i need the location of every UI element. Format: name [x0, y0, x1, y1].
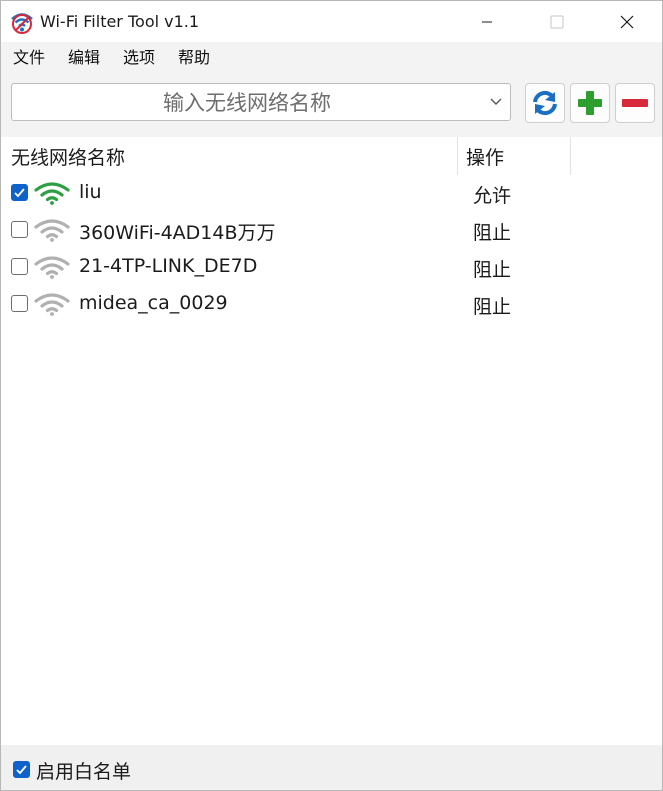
wifi-signal-icon	[34, 182, 70, 205]
row-checkbox[interactable]	[11, 221, 28, 238]
menu-file[interactable]: 文件	[1, 44, 56, 68]
checkmark-icon	[14, 188, 25, 198]
list-item[interactable]: 360WiFi-4AD14B万万 阻止	[1, 212, 662, 249]
minus-icon	[622, 99, 648, 107]
column-divider[interactable]	[570, 137, 571, 175]
whitelist-checkbox[interactable]	[13, 761, 30, 778]
add-button[interactable]	[570, 83, 610, 123]
wifi-filter-app-icon	[11, 13, 33, 34]
ssid-text: 360WiFi-4AD14B万万	[79, 222, 276, 244]
action-text[interactable]: 阻止	[473, 255, 511, 282]
menu-bar: 文件 编辑 选项 帮助	[1, 42, 662, 69]
menu-edit[interactable]: 编辑	[56, 44, 111, 68]
ssid-text: midea_ca_0029	[79, 292, 228, 314]
wifi-signal-icon	[34, 219, 70, 242]
plus-icon	[578, 91, 602, 115]
ssid-placeholder: 输入无线网络名称	[163, 91, 331, 115]
minimize-button[interactable]	[452, 1, 522, 42]
window-title: Wi-Fi Filter Tool v1.1	[40, 12, 200, 31]
whitelist-label[interactable]: 启用白名单	[36, 757, 131, 784]
app-window: Wi-Fi Filter Tool v1.1 文件 编辑 选项 帮助 输入无线网…	[0, 0, 663, 791]
menu-options[interactable]: 选项	[111, 44, 166, 68]
action-text[interactable]: 阻止	[473, 218, 511, 245]
close-icon	[620, 15, 634, 28]
list-item[interactable]: liu 允许	[1, 175, 662, 212]
wifi-signal-icon	[34, 256, 70, 279]
row-checkbox[interactable]	[11, 295, 28, 312]
network-list[interactable]: 无线网络名称 操作 liu 允许 360WiFi-4AD14B万万 阻止 21-…	[1, 137, 662, 745]
remove-button[interactable]	[615, 83, 655, 123]
column-header-action[interactable]: 操作	[466, 137, 570, 175]
maximize-button[interactable]	[522, 1, 592, 42]
row-checkbox[interactable]	[11, 258, 28, 275]
ssid-text: 21-4TP-LINK_DE7D	[79, 255, 258, 277]
refresh-icon	[533, 90, 557, 116]
column-header-ssid[interactable]: 无线网络名称	[11, 137, 457, 175]
list-item[interactable]: midea_ca_0029 阻止	[1, 286, 662, 323]
ssid-combobox[interactable]: 输入无线网络名称	[11, 83, 511, 121]
ssid-text: liu	[79, 181, 102, 203]
action-text[interactable]: 允许	[473, 181, 511, 208]
menu-help[interactable]: 帮助	[166, 44, 221, 68]
refresh-button[interactable]	[525, 83, 565, 123]
close-button[interactable]	[592, 1, 662, 42]
status-bar: 启用白名单	[1, 745, 662, 790]
action-text[interactable]: 阻止	[473, 292, 511, 319]
checkmark-icon	[16, 765, 27, 775]
row-checkbox[interactable]	[11, 184, 28, 201]
column-divider[interactable]	[457, 137, 458, 175]
list-header: 无线网络名称 操作	[1, 137, 662, 175]
toolbar: 输入无线网络名称	[1, 69, 662, 137]
list-item[interactable]: 21-4TP-LINK_DE7D 阻止	[1, 249, 662, 286]
wifi-signal-icon	[34, 293, 70, 316]
minimize-icon	[482, 21, 492, 22]
title-bar[interactable]: Wi-Fi Filter Tool v1.1	[1, 1, 662, 42]
chevron-down-icon[interactable]	[490, 97, 502, 107]
maximize-icon	[550, 15, 564, 28]
